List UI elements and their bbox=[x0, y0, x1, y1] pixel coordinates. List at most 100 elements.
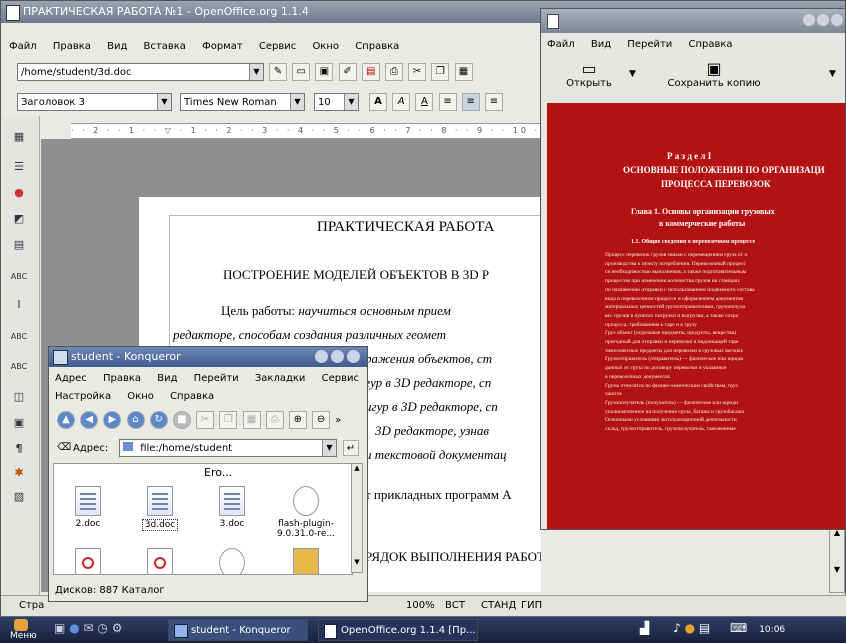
file-item[interactable] bbox=[276, 548, 336, 574]
scroll-up-icon[interactable]: ▲ bbox=[352, 464, 362, 472]
find-replace-icon[interactable]: ABC bbox=[7, 356, 31, 378]
print-icon[interactable]: ⎙ bbox=[384, 63, 403, 81]
bold-button[interactable]: A bbox=[369, 93, 387, 111]
task-openoffice[interactable]: OpenOffice.org 1.1.4 [Пр... bbox=[318, 619, 478, 641]
zoom-in-icon[interactable]: ⊕ bbox=[288, 411, 307, 429]
update-icon[interactable]: ● bbox=[685, 621, 695, 635]
file-item[interactable] bbox=[130, 548, 190, 574]
document-vertical-scrollbar[interactable]: ▲ ▼ bbox=[829, 527, 845, 593]
viewer-save-copy-button[interactable]: ▣ Сохранить копию bbox=[659, 59, 769, 89]
status-selection-mode[interactable]: СТАНД bbox=[481, 596, 516, 616]
start-button[interactable]: Меню bbox=[4, 619, 44, 641]
file-item[interactable]: 3d.doc bbox=[130, 486, 190, 531]
paragraph-style-select[interactable]: Заголовок 3 ▼ bbox=[17, 93, 172, 111]
maximize-icon[interactable] bbox=[817, 14, 829, 26]
status-hyperlink-mode[interactable]: ГИП bbox=[521, 596, 542, 616]
nonprinting-chars-icon[interactable]: ¶ bbox=[7, 438, 31, 460]
menu-insert[interactable]: Вставка bbox=[144, 41, 186, 52]
edit-file-icon[interactable]: ✎ bbox=[269, 63, 287, 81]
up-arrow-icon[interactable]: ▲ bbox=[57, 411, 75, 429]
export-pdf-icon[interactable]: ▤ bbox=[361, 63, 380, 81]
more-icon[interactable]: » bbox=[335, 415, 341, 426]
konqueror-titlebar[interactable]: student - Konqueror bbox=[49, 347, 367, 367]
maximize-icon[interactable] bbox=[331, 350, 344, 363]
stop-icon[interactable]: ■ bbox=[172, 411, 191, 429]
konq-menu-view[interactable]: Вид bbox=[157, 373, 177, 384]
menu-window[interactable]: Окно bbox=[312, 41, 339, 52]
open-folder-icon[interactable]: ▭ bbox=[292, 63, 311, 81]
paste-icon[interactable]: ▦ bbox=[242, 411, 261, 429]
insert-fields-icon[interactable]: ☰ bbox=[7, 156, 31, 178]
html-source-icon[interactable]: ▧ bbox=[7, 486, 31, 508]
insert-object-icon[interactable]: ● bbox=[7, 182, 31, 204]
align-center-icon[interactable]: ≡ bbox=[461, 93, 480, 111]
file-view[interactable]: Ero... 2.doc 3d.doc 3.doc flash-plugin-9… bbox=[53, 463, 353, 575]
italic-button[interactable]: A bbox=[392, 93, 411, 111]
konq-menu-window[interactable]: Окно bbox=[127, 391, 154, 402]
font-size-select[interactable]: 10 ▼ bbox=[314, 93, 359, 111]
viewer-menu-file[interactable]: Файл bbox=[547, 39, 575, 50]
viewer-menu-help[interactable]: Справка bbox=[688, 39, 732, 50]
konq-menu-tools[interactable]: Сервис bbox=[322, 373, 359, 384]
copy-icon[interactable]: ❐ bbox=[219, 411, 238, 429]
konq-menu-go[interactable]: Перейти bbox=[194, 373, 239, 384]
file-view-scrollbar[interactable]: ▲ ▼ bbox=[351, 463, 363, 573]
chevron-down-icon[interactable]: ▼ bbox=[344, 94, 358, 110]
clock-app-icon[interactable]: ◷ bbox=[97, 621, 107, 635]
file-item[interactable]: flash-plugin-9.0.31.0-re... bbox=[276, 486, 336, 539]
draw-functions-icon[interactable]: ◩ bbox=[7, 208, 31, 230]
menu-tools[interactable]: Сервис bbox=[259, 41, 296, 52]
close-icon[interactable] bbox=[347, 350, 360, 363]
chevron-down-icon[interactable]: ▼ bbox=[157, 94, 171, 110]
file-item[interactable]: 3.doc bbox=[202, 486, 262, 529]
mail-icon[interactable]: ✉ bbox=[83, 621, 93, 635]
horizontal-ruler[interactable]: · · 2 · · 1 · · ▽ · 1 · · 2 · · 3 · · 4 … bbox=[71, 123, 541, 139]
open-dropdown-icon[interactable]: ▼ bbox=[629, 69, 636, 79]
chevron-down-icon[interactable]: ▼ bbox=[249, 64, 263, 80]
settings-icon[interactable]: ⚙ bbox=[112, 621, 123, 635]
file-item[interactable] bbox=[202, 548, 262, 574]
menu-view[interactable]: Вид bbox=[107, 41, 127, 52]
chevron-down-icon[interactable]: ▼ bbox=[322, 440, 336, 456]
toolbar-overflow-icon[interactable]: ▼ bbox=[829, 69, 836, 79]
cut-icon[interactable]: ✂ bbox=[196, 411, 215, 429]
copy-icon[interactable]: ❐ bbox=[431, 63, 450, 81]
menu-edit[interactable]: Правка bbox=[53, 41, 91, 52]
home-icon[interactable]: ⌂ bbox=[126, 411, 145, 429]
file-item[interactable]: 2.doc bbox=[58, 486, 118, 529]
network-icon[interactable]: ▟ bbox=[640, 621, 649, 635]
save-icon[interactable]: ▣ bbox=[315, 63, 334, 81]
terminal-icon[interactable]: ▣ bbox=[54, 621, 65, 635]
viewer-menu-view[interactable]: Вид bbox=[591, 39, 611, 50]
keyboard-icon[interactable]: ⌨ bbox=[730, 621, 747, 635]
konq-menu-location[interactable]: Адрес bbox=[55, 373, 87, 384]
align-right-icon[interactable]: ≡ bbox=[484, 93, 503, 111]
print-icon[interactable]: ⎙ bbox=[265, 411, 284, 429]
browser-globe-icon[interactable]: ● bbox=[69, 621, 79, 635]
gallery-icon[interactable]: ▣ bbox=[7, 412, 31, 434]
navigator-icon[interactable]: ◫ bbox=[7, 386, 31, 408]
file-item[interactable] bbox=[58, 548, 118, 574]
align-left-icon[interactable]: ≡ bbox=[438, 93, 457, 111]
edit-mode-icon[interactable]: ✐ bbox=[338, 63, 357, 81]
paste-icon[interactable]: ▦ bbox=[454, 63, 473, 81]
viewer-open-button[interactable]: ▭ Открыть bbox=[559, 59, 619, 89]
konq-menu-help[interactable]: Справка bbox=[170, 391, 214, 402]
menu-help[interactable]: Справка bbox=[355, 41, 399, 52]
page-down-icon[interactable]: ▼ bbox=[830, 565, 844, 574]
konq-menu-edit[interactable]: Правка bbox=[103, 373, 141, 384]
insert-table-icon[interactable]: ▦ bbox=[7, 126, 31, 148]
status-insert-mode[interactable]: ВСТ bbox=[445, 596, 465, 616]
status-zoom[interactable]: 100% bbox=[406, 596, 435, 616]
volume-icon[interactable]: ♪ bbox=[673, 621, 681, 635]
viewer-menu-go[interactable]: Перейти bbox=[627, 39, 672, 50]
underline-button[interactable]: A bbox=[415, 93, 434, 111]
cut-icon[interactable]: ✂ bbox=[408, 63, 427, 81]
viewer-titlebar[interactable] bbox=[541, 9, 845, 33]
scroll-down-icon[interactable]: ▼ bbox=[352, 558, 362, 566]
back-arrow-icon[interactable]: ◀ bbox=[80, 411, 99, 429]
chevron-down-icon[interactable]: ▼ bbox=[290, 94, 304, 110]
autospell-icon[interactable]: ABC bbox=[7, 326, 31, 348]
forward-arrow-icon[interactable]: ▶ bbox=[103, 411, 122, 429]
clipboard-icon[interactable]: ▤ bbox=[699, 621, 710, 635]
